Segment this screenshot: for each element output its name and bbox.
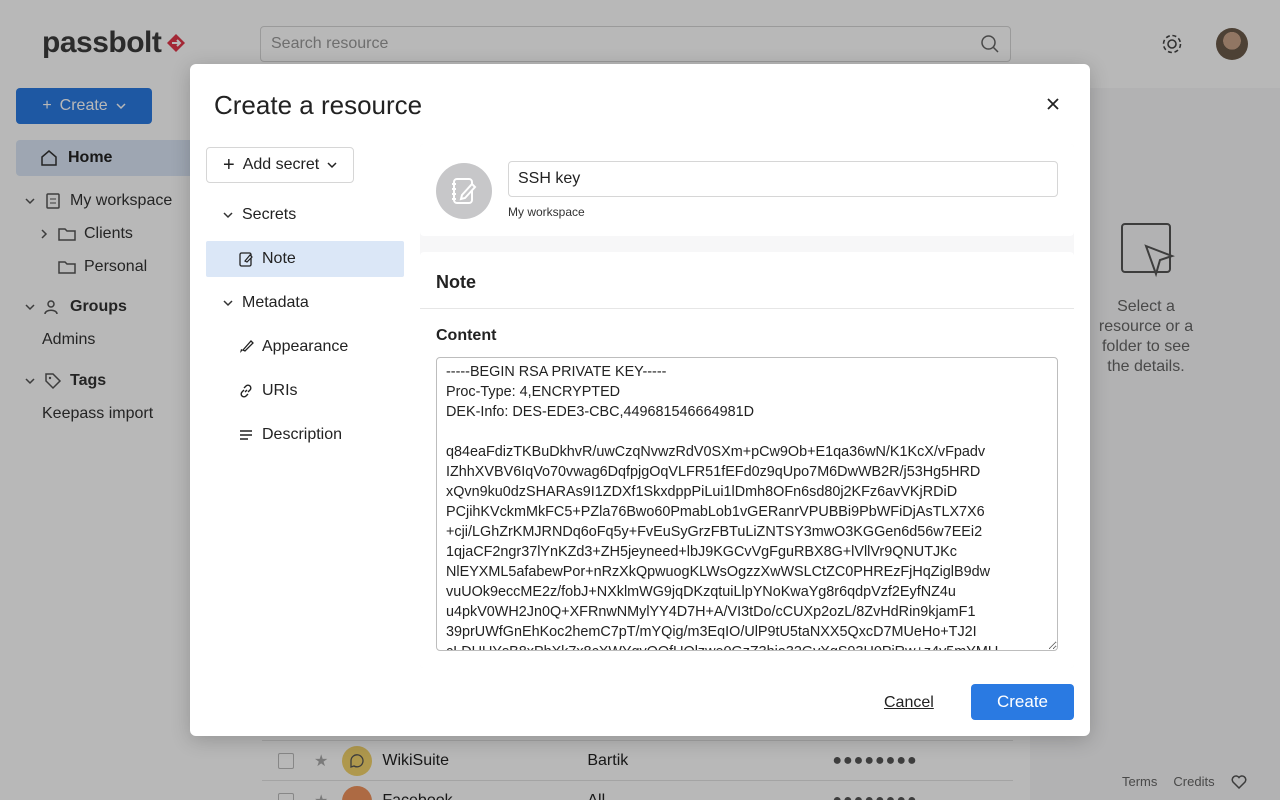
- chevron-down-icon[interactable]: [222, 297, 234, 309]
- section-title: Note: [436, 272, 476, 292]
- tree-item-uris[interactable]: URIs: [206, 373, 404, 409]
- tree-appearance-label: Appearance: [262, 338, 349, 355]
- resource-form: My workspace Note Content -----BEGIN RSA…: [420, 144, 1074, 668]
- dialog-title: Create a resource: [214, 90, 423, 120]
- divider: [420, 308, 1074, 309]
- add-secret-label: Add secret: [242, 156, 320, 173]
- tree-uris-label: URIs: [262, 382, 298, 399]
- cancel-button[interactable]: Cancel: [884, 694, 934, 712]
- tree-item-appearance[interactable]: Appearance: [206, 329, 404, 365]
- content-label: Content: [436, 327, 497, 344]
- close-icon[interactable]: [1045, 96, 1061, 112]
- create-button[interactable]: Create: [971, 684, 1074, 720]
- link-icon: [240, 384, 252, 398]
- brush-icon: [240, 340, 254, 353]
- resource-header-card: My workspace: [420, 144, 1074, 236]
- tree-description-label: Description: [262, 426, 343, 443]
- resource-type-icon[interactable]: [436, 163, 492, 219]
- tree-item-metadata[interactable]: Metadata: [206, 285, 404, 321]
- folder-location: My workspace: [508, 205, 585, 219]
- add-secret-button[interactable]: + Add secret: [206, 147, 354, 183]
- tree-metadata-label: Metadata: [242, 294, 309, 311]
- create-resource-dialog: Create a resource + Add secret Secrets N…: [190, 64, 1090, 736]
- note-content-textarea[interactable]: -----BEGIN RSA PRIVATE KEY----- Proc-Typ…: [436, 357, 1058, 651]
- plus-icon: +: [223, 154, 235, 176]
- note-section: Note Content -----BEGIN RSA PRIVATE KEY-…: [420, 252, 1074, 668]
- chevron-down-icon[interactable]: [222, 209, 234, 221]
- resource-name-input[interactable]: [508, 161, 1058, 197]
- text-lines-icon: [240, 430, 252, 440]
- tree-item-note[interactable]: Note: [206, 241, 404, 277]
- tree-note-label: Note: [262, 250, 296, 267]
- chevron-down-icon: [327, 162, 337, 169]
- tree-item-description[interactable]: Description: [206, 417, 404, 453]
- tree-item-secrets[interactable]: Secrets: [206, 197, 404, 233]
- note-icon: [239, 252, 253, 267]
- tree-secrets-label: Secrets: [242, 206, 297, 223]
